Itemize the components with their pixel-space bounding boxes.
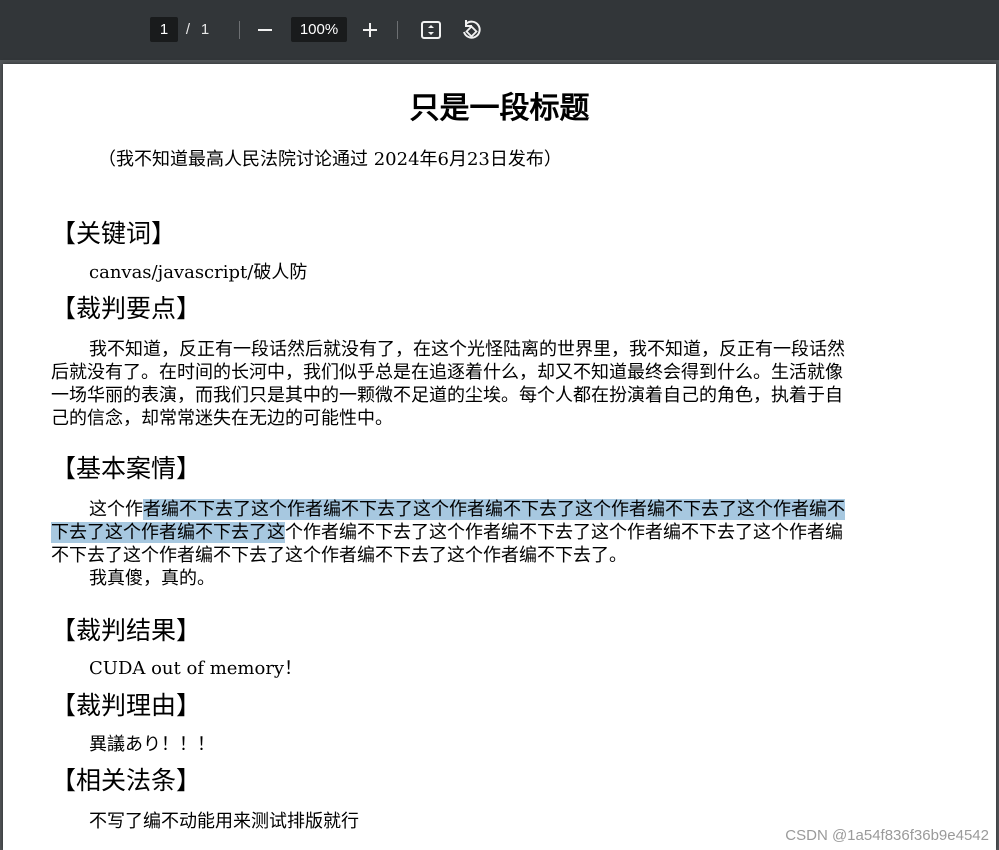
- zoom-out-button[interactable]: [250, 15, 280, 45]
- rotate-icon: [463, 20, 481, 39]
- facts-line: 这个作者编不下去了这个作者编不下去了这个作者编不下去了这个作者编不下去了这个作者…: [89, 499, 845, 521]
- plus-icon: [363, 23, 377, 37]
- watermark: CSDN @1a54f836f36b9e4542: [785, 827, 989, 844]
- heading-keywords: 【关键词】: [51, 219, 177, 248]
- document-subtitle: （我不知道最高人民法院讨论通过 2024年6月23日发布）: [98, 149, 562, 170]
- page-number-input[interactable]: 1: [150, 17, 178, 42]
- points-line: 一场华丽的表演，而我们只是其中的一颗微不足道的尘埃。每个人都在扮演着自己的角色，…: [51, 385, 843, 406]
- fit-page-button[interactable]: [416, 15, 446, 45]
- heading-law: 【相关法条】: [51, 766, 202, 795]
- zoom-in-button[interactable]: [355, 15, 385, 45]
- heading-reason: 【裁判理由】: [51, 691, 202, 720]
- facts-text-plain: 个作者编不下去了这个作者编不下去了这个作者编不下去了这个作者编: [285, 522, 843, 543]
- points-line: 后就没有了。在时间的长河中，我们似乎总是在追逐着什么，却又不知道最终会得到什么。…: [51, 362, 843, 383]
- law-text: 不写了编不动能用来测试排版就行: [89, 811, 359, 832]
- toolbar-divider: [397, 21, 398, 39]
- pdf-toolbar: 1 / 1 100%: [0, 0, 999, 60]
- points-line: 己的信念，却常常迷失在无边的可能性中。: [51, 408, 393, 429]
- facts-text-selected[interactable]: 者编不下去了这个作者编不下去了这个作者编不下去了这个作者编不下去了这个作者编不: [143, 499, 845, 520]
- heading-points: 【裁判要点】: [51, 294, 202, 323]
- fit-page-icon: [421, 21, 441, 39]
- facts-line: 我真傻，真的。: [89, 568, 215, 589]
- points-line: 我不知道，反正有一段话然后就没有了，在这个光怪陆离的世界里，我不知道，反正有一段…: [89, 339, 845, 360]
- zoom-level-input[interactable]: 100%: [291, 17, 347, 42]
- page-separator: /: [185, 21, 191, 38]
- facts-line: 不下去了这个作者编不下去了这个作者编不下去了这个作者编不下去了。: [51, 545, 627, 566]
- rotate-button[interactable]: [456, 15, 486, 45]
- pdf-page: 只是一段标题 （我不知道最高人民法院讨论通过 2024年6月23日发布） 【关键…: [3, 64, 996, 850]
- document-title: 只是一段标题: [409, 91, 590, 126]
- page-total: 1: [200, 21, 210, 38]
- facts-line: 下去了这个作者编不下去了这个作者编不下去了这个作者编不下去了这个作者编不下去了这…: [51, 522, 843, 544]
- facts-text-selected[interactable]: 下去了这个作者编不下去了这: [51, 522, 285, 543]
- reason-text: 異議あり！！！: [89, 734, 215, 755]
- heading-facts: 【基本案情】: [51, 454, 202, 483]
- minus-icon: [258, 29, 272, 31]
- toolbar-divider: [239, 21, 240, 39]
- keywords-text: canvas/javascript/破人防: [89, 262, 308, 283]
- heading-result: 【裁判结果】: [51, 616, 202, 645]
- facts-text-plain: 这个作: [89, 499, 143, 520]
- result-text: CUDA out of memory！: [89, 658, 303, 679]
